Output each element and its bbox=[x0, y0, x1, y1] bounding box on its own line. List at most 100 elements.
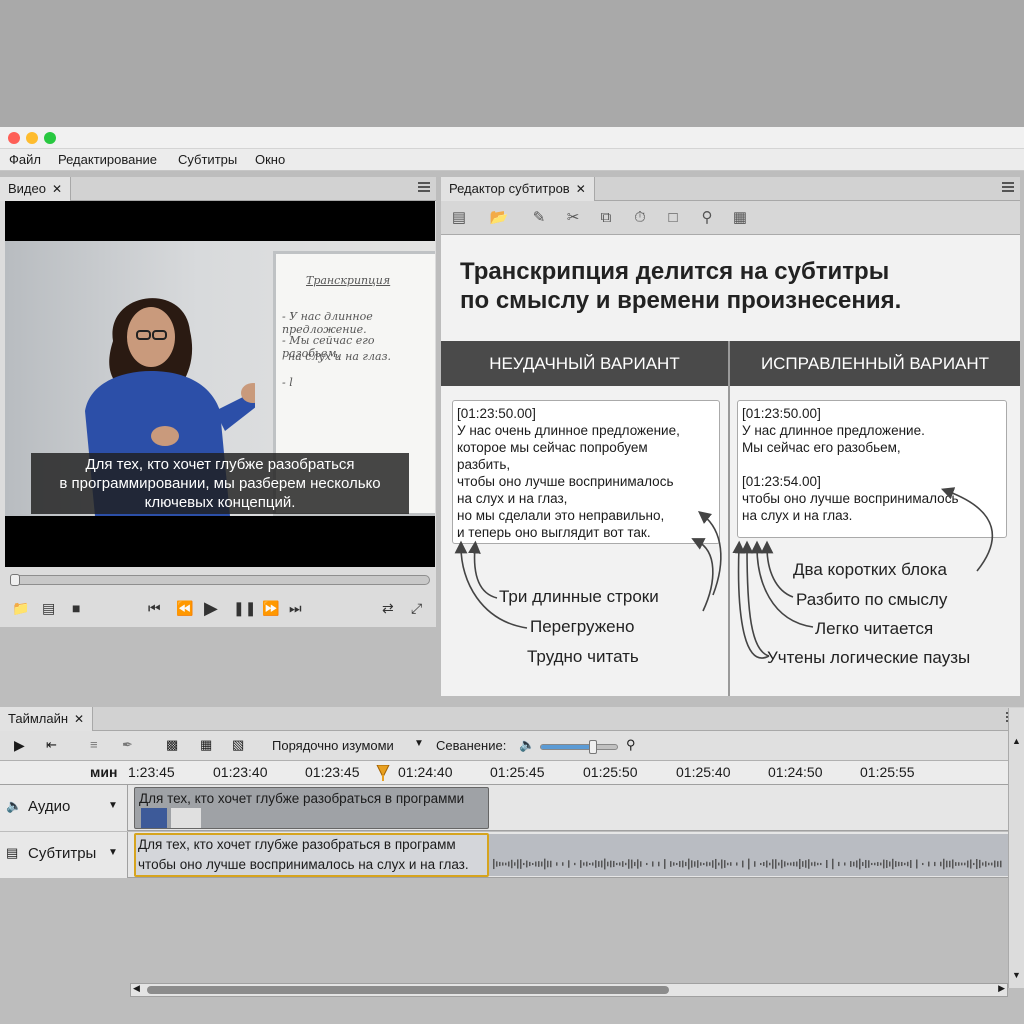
timeline-vertical-scrollbar[interactable]: ▲ ▼ bbox=[1008, 708, 1024, 988]
waveform-bar bbox=[934, 861, 936, 867]
zoom-icon[interactable]: ⚲ bbox=[626, 737, 636, 753]
waveform-bar bbox=[814, 861, 816, 867]
subtitles-icon[interactable]: ▤ bbox=[449, 209, 469, 229]
import-icon[interactable]: ▤ bbox=[42, 599, 55, 617]
close-icon[interactable]: ✕ bbox=[52, 182, 62, 196]
panel-menu-icon[interactable] bbox=[1002, 182, 1014, 184]
playhead[interactable] bbox=[376, 765, 390, 781]
timeline-horizontal-scrollbar[interactable]: ◀ ▶ bbox=[130, 983, 1008, 997]
audio-clip[interactable]: Для тех, кто хочет глубже разобраться в … bbox=[134, 787, 489, 829]
waveform-bar bbox=[535, 861, 537, 867]
video-progress-bar[interactable] bbox=[10, 574, 430, 586]
audio-track-header[interactable]: 🔈 Аудио ▼ bbox=[0, 785, 128, 831]
play-icon[interactable]: ▶ bbox=[204, 599, 218, 617]
loop-icon[interactable]: ⇄ bbox=[382, 599, 394, 617]
zoom-window-button[interactable] bbox=[44, 132, 56, 144]
waveform-bar bbox=[985, 861, 987, 867]
waveform-bar bbox=[805, 860, 807, 868]
waveform-bar bbox=[874, 862, 876, 866]
waveform-bar bbox=[877, 862, 879, 866]
panel-menu-icon[interactable] bbox=[418, 182, 430, 184]
ruler-tick: 01:25:50 bbox=[583, 764, 638, 780]
calendar-icon[interactable]: ▦ bbox=[200, 737, 212, 753]
tab-video[interactable]: Видео ✕ bbox=[0, 177, 72, 201]
scroll-right-icon[interactable]: ▶ bbox=[998, 983, 1005, 994]
waveform-bar bbox=[724, 860, 726, 868]
razor-icon[interactable]: ✒ bbox=[122, 737, 133, 753]
subtitle-text-line: чтобы оно лучше воспринималось bbox=[742, 491, 959, 506]
chevron-down-icon[interactable]: ▼ bbox=[108, 847, 118, 858]
waveform-bar bbox=[832, 858, 834, 870]
scroll-down-icon[interactable]: ▼ bbox=[1012, 970, 1021, 980]
timing-icon[interactable]: ⏱ bbox=[630, 209, 650, 229]
skip-back-icon[interactable]: ⏮ bbox=[148, 599, 161, 617]
scissors-icon[interactable]: ✂ bbox=[563, 209, 583, 229]
rewind-icon[interactable]: ⏪ bbox=[176, 599, 193, 617]
pause-icon[interactable]: ❚❚ bbox=[233, 599, 256, 617]
close-icon[interactable]: ✕ bbox=[576, 182, 586, 196]
marker-icon[interactable]: ⇤ bbox=[46, 737, 57, 753]
waveform-bar bbox=[583, 862, 585, 866]
chevron-down-icon[interactable]: ▼ bbox=[414, 738, 424, 749]
video-frame: Транскрипция - У нас длинное предложение… bbox=[5, 241, 435, 516]
settings-icon[interactable]: ▦ bbox=[730, 209, 750, 229]
search-icon[interactable]: ⚲ bbox=[697, 209, 717, 229]
forward-icon[interactable]: ⏩ bbox=[262, 599, 279, 617]
waveform-bar bbox=[982, 862, 984, 866]
chevron-down-icon[interactable]: ▼ bbox=[108, 800, 118, 811]
close-icon[interactable]: ✕ bbox=[74, 712, 84, 726]
waveform-bar bbox=[784, 861, 786, 867]
stop-icon[interactable]: ■ bbox=[72, 599, 80, 617]
progress-handle[interactable] bbox=[10, 574, 20, 586]
scrollbar-thumb[interactable] bbox=[147, 986, 669, 994]
export-icon[interactable]: ▧ bbox=[232, 737, 244, 753]
annotation-label: Трудно читать bbox=[527, 647, 639, 666]
subtitle-clip[interactable]: Для тех, кто хочет глубже разобраться в … bbox=[134, 833, 489, 877]
waveform-bar bbox=[976, 859, 978, 869]
waveform-bar bbox=[775, 859, 777, 869]
waveform-bar bbox=[865, 859, 867, 869]
waveform-bar bbox=[796, 861, 798, 867]
waveform-bar bbox=[946, 860, 948, 868]
menu-edit[interactable]: Редактирование bbox=[58, 152, 157, 167]
waveform-bar bbox=[790, 862, 792, 866]
minimize-window-button[interactable] bbox=[26, 132, 38, 144]
play-icon[interactable]: ▶ bbox=[14, 737, 25, 754]
waveform-bar bbox=[532, 862, 534, 866]
fullscreen-icon[interactable]: ⤢ bbox=[411, 599, 422, 617]
speaker-icon[interactable]: 🔈 bbox=[519, 737, 535, 753]
waveform-bar bbox=[691, 860, 693, 868]
copy-icon[interactable]: ⧉ bbox=[596, 209, 616, 229]
waveform-bar bbox=[889, 861, 891, 867]
brush-icon[interactable]: ✎ bbox=[529, 209, 549, 229]
split-icon[interactable]: ≡ bbox=[90, 737, 98, 752]
scroll-left-icon[interactable]: ◀ bbox=[133, 983, 140, 994]
menu-window[interactable]: Окно bbox=[255, 152, 285, 167]
waveform-bar bbox=[754, 861, 756, 867]
video-player[interactable]: Транскрипция - У нас длинное предложение… bbox=[5, 201, 435, 567]
volume-slider[interactable] bbox=[540, 740, 618, 754]
waveform-bar bbox=[844, 862, 846, 866]
folder-icon[interactable]: 📂 bbox=[489, 209, 509, 229]
subtitle-track: ▤ Субтитры ▼ Для тех, кто хочет глубже р… bbox=[0, 832, 1008, 878]
tab-subtitle-editor[interactable]: Редактор субтитров ✕ bbox=[441, 177, 595, 201]
waveform-bar bbox=[676, 862, 678, 866]
tab-timeline[interactable]: Таймлайн ✕ bbox=[0, 707, 94, 731]
menu-subtitles[interactable]: Субтитры bbox=[178, 152, 237, 167]
bubble-icon[interactable]: □ bbox=[663, 209, 683, 229]
folder-icon[interactable]: 📁 bbox=[12, 599, 29, 617]
sort-dropdown[interactable]: Порядочно изумоми bbox=[272, 738, 394, 753]
waveform-bar bbox=[607, 861, 609, 867]
subtitle-text-line: [01:23:50.00] bbox=[457, 406, 536, 421]
menu-file[interactable]: Файл bbox=[9, 152, 41, 167]
camera-icon[interactable]: ▩ bbox=[166, 737, 178, 753]
close-window-button[interactable] bbox=[8, 132, 20, 144]
waveform-bar bbox=[973, 862, 975, 866]
skip-forward-icon[interactable]: ⏭ bbox=[289, 599, 302, 617]
scroll-up-icon[interactable]: ▲ bbox=[1012, 736, 1021, 746]
good-subtitle-block[interactable]: [01:23:50.00] У нас длинное предложение.… bbox=[737, 400, 1007, 538]
waveform-bar bbox=[883, 859, 885, 869]
volume-handle[interactable] bbox=[588, 740, 597, 754]
bad-subtitle-block[interactable]: [01:23:50.00] У нас очень длинное предло… bbox=[452, 400, 720, 544]
subtitle-track-header[interactable]: ▤ Субтитры ▼ bbox=[0, 832, 128, 878]
